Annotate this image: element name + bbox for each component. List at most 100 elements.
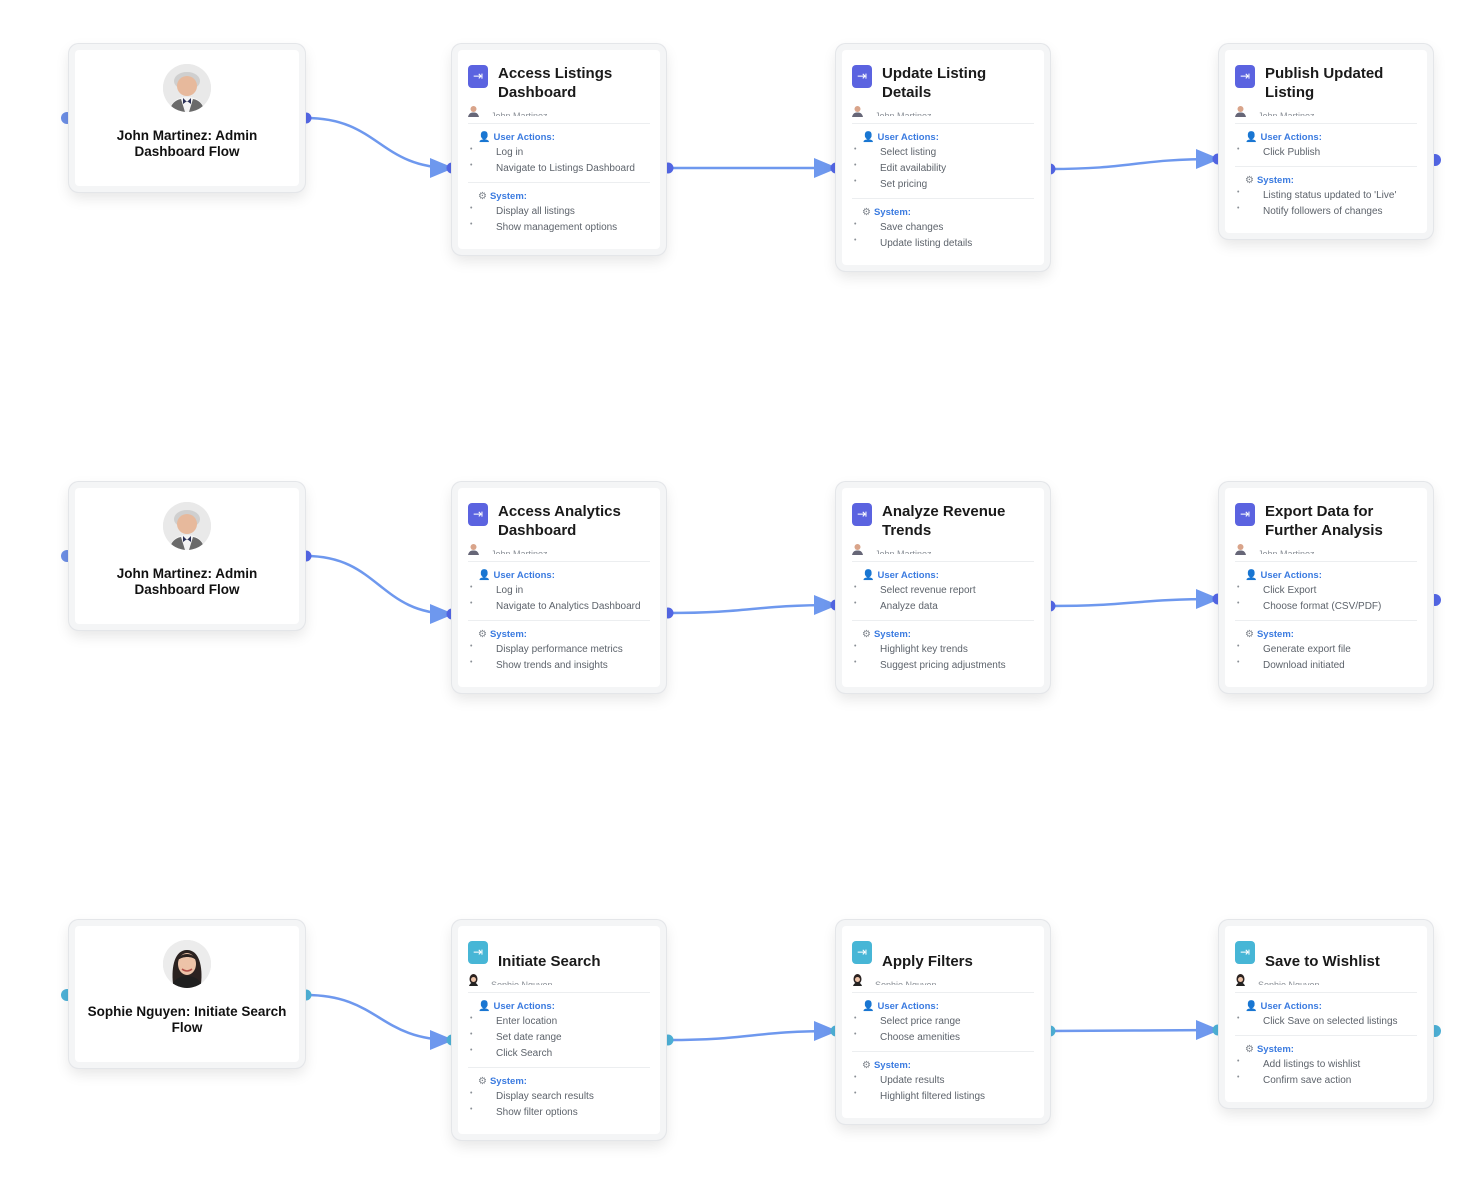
step-title: Apply Filters: [882, 953, 973, 970]
source-handle[interactable]: [1044, 163, 1056, 175]
system-section: ⚙System: Highlight key trends Suggest pr…: [852, 620, 1034, 679]
gear-icon: ⚙: [478, 629, 487, 640]
system-label: System:: [873, 629, 911, 640]
target-handle[interactable]: [830, 599, 842, 611]
target-handle[interactable]: [830, 1025, 842, 1037]
owner-avatar-icon: [468, 544, 479, 555]
actor-node[interactable]: John Martinez: Admin Dashboard Flow: [75, 50, 299, 186]
list-item: Set pricing: [854, 175, 1034, 192]
user-actions-section: 👤User Actions: Select price range Choose…: [852, 992, 1034, 1051]
list-item: Log in: [470, 581, 650, 598]
source-handle[interactable]: [300, 112, 312, 124]
arrow-head: [814, 595, 838, 615]
flow-edge[interactable]: [305, 554, 453, 616]
step-title: Access Analytics Dashboard: [498, 503, 621, 539]
list-item: Edit availability: [854, 159, 1034, 176]
input-handle[interactable]: [61, 550, 73, 562]
target-handle[interactable]: [446, 1034, 458, 1046]
gear-icon: ⚙: [1245, 629, 1254, 640]
arrow-head: [1196, 149, 1220, 169]
list-item: Navigate to Listings Dashboard: [470, 159, 650, 176]
flow-edge[interactable]: [305, 993, 453, 1042]
target-handle[interactable]: [1212, 153, 1224, 165]
list-item: Suggest pricing adjustments: [854, 656, 1034, 673]
arrow-head: [814, 1021, 838, 1041]
step-card[interactable]: ⇥ Publish Updated Listing John Martinez …: [1225, 50, 1427, 233]
step-card[interactable]: ⇥ Save to Wishlist Sophie Nguyen 👤 User A…: [1225, 926, 1427, 1102]
target-handle[interactable]: [1212, 1024, 1224, 1036]
actor-node[interactable]: Sophie Nguyen: Initiate Search Flow: [75, 926, 299, 1062]
source-handle[interactable]: [662, 607, 674, 619]
step-card[interactable]: ⇥ Update Listing Details John Martinez 👤…: [842, 50, 1044, 265]
step-card[interactable]: ⇥ Analyze Revenue Trends John Martinez 👤…: [842, 488, 1044, 687]
output-handle[interactable]: [1429, 1025, 1441, 1037]
output-handle[interactable]: [1429, 154, 1441, 166]
list-item: Display performance metrics: [470, 640, 650, 657]
user-icon: 👤: [478, 570, 491, 581]
target-handle[interactable]: [446, 162, 458, 174]
user-actions-label: User Actions:: [877, 570, 939, 581]
step-card[interactable]: ⇥ Access Listings Dashboard John Martine…: [458, 50, 660, 249]
step-title: Update Listing Details: [882, 65, 987, 101]
source-handle[interactable]: [662, 1034, 674, 1046]
arrow-head: [1196, 1020, 1220, 1040]
gear-icon: ⚙: [478, 191, 487, 202]
actor-name: John Martinez: Admin Dashboard Flow: [116, 128, 258, 159]
step-owner: John Martinez: [875, 111, 932, 116]
list-item: Choose amenities: [854, 1028, 1034, 1045]
user-actions-section: 👤User Actions: Log in Navigate to Listin…: [468, 123, 650, 182]
step-card[interactable]: ⇥ Apply Filters Sophie Nguyen 👤 User Acti…: [842, 926, 1044, 1118]
login-icon: ⇥: [1235, 65, 1255, 88]
login-icon: ⇥: [852, 941, 872, 964]
flow-edge[interactable]: [667, 1029, 837, 1042]
system-label: System:: [1256, 175, 1294, 186]
source-handle[interactable]: [662, 162, 674, 174]
actor-node[interactable]: John Martinez: Admin Dashboard Flow: [75, 488, 299, 624]
input-handle[interactable]: [61, 112, 73, 124]
list-item: Select price range: [854, 1012, 1034, 1029]
login-icon: ⇥: [852, 503, 872, 526]
step-card[interactable]: ⇥ Access Analytics Dashboard John Martin…: [458, 488, 660, 687]
avatar: [163, 64, 211, 112]
owner-avatar-icon: [853, 974, 862, 986]
step-title: Save to Wishlist: [1265, 953, 1380, 970]
system-label: System:: [489, 629, 527, 640]
user-icon: 👤: [862, 132, 875, 143]
step-card[interactable]: ⇥ Export Data for Further Analysis John …: [1225, 488, 1427, 687]
owner-avatar-icon: [468, 106, 479, 117]
input-handle[interactable]: [61, 989, 73, 1001]
list-item: Navigate to Analytics Dashboard: [470, 597, 650, 614]
step-owner: Sophie Nguyen: [491, 980, 553, 985]
flow-edge[interactable]: [305, 116, 453, 170]
step-title: Publish Updated Listing: [1265, 65, 1384, 101]
source-handle[interactable]: [1044, 1025, 1056, 1037]
flow-edge[interactable]: [1049, 1028, 1219, 1033]
system-label: System:: [1256, 1044, 1294, 1055]
system-section: ⚙System: Generate export file Download i…: [1235, 620, 1417, 679]
step-card[interactable]: ⇥ Initiate Search Sophie Nguyen 👤 User Ac…: [458, 926, 660, 1134]
list-item: Highlight key trends: [854, 640, 1034, 657]
list-item: Show management options: [470, 218, 650, 235]
list-item: Select listing: [854, 143, 1034, 160]
gear-icon: ⚙: [862, 1060, 871, 1071]
source-handle[interactable]: [300, 989, 312, 1001]
target-handle[interactable]: [1212, 593, 1224, 605]
output-handle[interactable]: [1429, 594, 1441, 606]
gear-icon: ⚙: [862, 629, 871, 640]
flow-edge[interactable]: [1049, 157, 1219, 171]
source-handle[interactable]: [1044, 600, 1056, 612]
source-handle[interactable]: [300, 550, 312, 562]
list-item: Click Search: [470, 1044, 650, 1061]
flow-edge[interactable]: [1049, 597, 1219, 608]
list-item: Update results: [854, 1071, 1034, 1088]
flow-edge[interactable]: [667, 603, 837, 615]
step-owner: John Martinez: [1258, 111, 1315, 116]
user-actions-label: User Actions:: [877, 132, 939, 143]
user-actions-label: User Actions:: [493, 132, 555, 143]
target-handle[interactable]: [830, 162, 842, 174]
avatar: [163, 502, 211, 550]
arrow-head: [430, 158, 454, 178]
user-icon: 👤: [1245, 132, 1258, 143]
list-item: Click Save on selected listings: [1237, 1012, 1417, 1029]
target-handle[interactable]: [446, 608, 458, 620]
